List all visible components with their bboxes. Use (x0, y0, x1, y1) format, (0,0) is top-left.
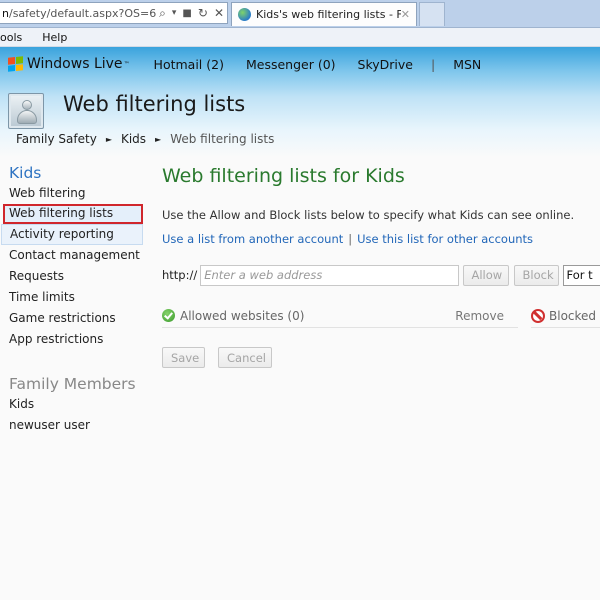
family-safety-favicon-icon (238, 8, 251, 21)
site-header: Windows Live ™ Hotmail (2) Messenger (0) … (0, 47, 600, 157)
menu-help[interactable]: Help (30, 31, 75, 44)
blocked-websites-header: Blocked w (531, 304, 600, 328)
nav-separator: | (430, 56, 436, 72)
breadcrumb-kids[interactable]: Kids (121, 132, 146, 146)
use-list-for-other-accounts-link[interactable]: Use this list for other accounts (357, 232, 533, 246)
address-bar[interactable]: n/safety/default.aspx?OS=6.1. ⌕ ▾ ■ ↻ ✕ (0, 2, 228, 24)
block-button[interactable]: Block (513, 264, 559, 286)
url-prefix: http:// (162, 268, 198, 282)
windows-flag-icon (8, 56, 23, 72)
member-kids[interactable]: Kids (0, 394, 145, 415)
nav-hotmail[interactable]: Hotmail (2) (154, 57, 224, 72)
member-newuser-user[interactable]: newuser user (0, 415, 145, 436)
user-avatar-icon (8, 93, 44, 129)
breadcrumb-family-safety[interactable]: Family Safety (16, 132, 97, 146)
web-address-input[interactable] (200, 264, 459, 286)
description: Use the Allow and Block lists below to s… (162, 208, 575, 222)
trademark: ™ (123, 60, 130, 68)
nav-messenger[interactable]: Messenger (0) (246, 57, 336, 72)
nav-skydrive[interactable]: SkyDrive (358, 57, 413, 72)
address-domain-fragment: n (2, 6, 9, 20)
sidebar: Kids Web filtering Web filtering lists A… (0, 163, 145, 436)
address-url[interactable]: n/safety/default.aspx?OS=6.1. (0, 7, 156, 20)
breadcrumb: Family Safety ► Kids ► Web filtering lis… (16, 132, 274, 146)
cancel-button[interactable]: Cancel (218, 347, 272, 368)
search-icon[interactable]: ⌕ (156, 6, 169, 21)
main-content: Web filtering lists for Kids Use the All… (162, 163, 600, 368)
brand-name: Windows Live (27, 56, 123, 72)
sidebar-heading-kids[interactable]: Kids (0, 163, 145, 183)
menu-bar: ools Help (0, 28, 600, 47)
browser-tab-strip: n/safety/default.aspx?OS=6.1. ⌕ ▾ ■ ↻ ✕ … (0, 0, 600, 28)
allowed-websites-label: Allowed websites (0) (180, 308, 305, 323)
chevron-down-icon[interactable]: ▾ (169, 8, 180, 18)
breadcrumb-arrow-icon: ► (105, 134, 112, 144)
family-members-heading: Family Members (9, 375, 136, 393)
page-title: Web filtering lists (63, 92, 246, 116)
sidebar-item-time-limits[interactable]: Time limits (0, 287, 145, 308)
new-tab-button[interactable] (419, 2, 445, 26)
sidebar-item-game-restrictions[interactable]: Game restrictions (0, 308, 145, 329)
tab-title: Kids's web filtering lists - F... (256, 8, 401, 21)
browser-tab-active[interactable]: Kids's web filtering lists - F... ✕ (231, 2, 417, 26)
address-path: /safety/default.aspx?OS=6.1. (8, 6, 157, 20)
list-links: Use a list from another account | Use this… (162, 232, 600, 246)
sidebar-item-app-restrictions[interactable]: App restrictions (0, 329, 145, 350)
nav-msn[interactable]: MSN (453, 57, 481, 72)
scope-select[interactable]: For t (562, 264, 600, 286)
allow-button[interactable]: Allow (462, 264, 509, 286)
stop-icon[interactable]: ✕ (211, 6, 227, 20)
menu-tools[interactable]: ools (0, 31, 30, 44)
check-circle-icon (162, 309, 175, 322)
link-separator: | (348, 232, 353, 246)
sidebar-item-contact-management[interactable]: Contact management (0, 245, 145, 266)
lock-icon[interactable]: ■ (179, 8, 194, 19)
form-actions: Save Cancel (162, 347, 272, 368)
sidebar-item-web-filtering[interactable]: Web filtering (0, 183, 145, 204)
sidebar-item-requests[interactable]: Requests (0, 266, 145, 287)
refresh-icon[interactable]: ↻ (195, 6, 211, 20)
sidebar-item-activity-reporting[interactable]: Activity reporting (1, 224, 143, 245)
remove-button[interactable]: Remove (455, 309, 504, 323)
sidebar-item-web-filtering-lists[interactable]: Web filtering lists (3, 204, 143, 224)
use-list-from-another-account-link[interactable]: Use a list from another account (162, 232, 343, 246)
section-title: Web filtering lists for Kids (162, 165, 405, 187)
block-icon (531, 308, 545, 323)
windows-live-logo[interactable]: Windows Live ™ (8, 56, 130, 72)
breadcrumb-current: Web filtering lists (170, 132, 275, 146)
allowed-websites-header: Allowed websites (0) Remove (162, 304, 518, 328)
lists-header-row: Allowed websites (0) Remove Blocked w (162, 304, 600, 328)
top-nav: Windows Live ™ Hotmail (2) Messenger (0) … (0, 47, 600, 81)
blocked-websites-label: Blocked w (549, 308, 600, 323)
save-button[interactable]: Save (162, 347, 205, 368)
add-website-row: http:// Allow Block For t (162, 264, 600, 286)
close-tab-icon[interactable]: ✕ (401, 8, 416, 21)
breadcrumb-arrow-icon: ► (155, 134, 162, 144)
